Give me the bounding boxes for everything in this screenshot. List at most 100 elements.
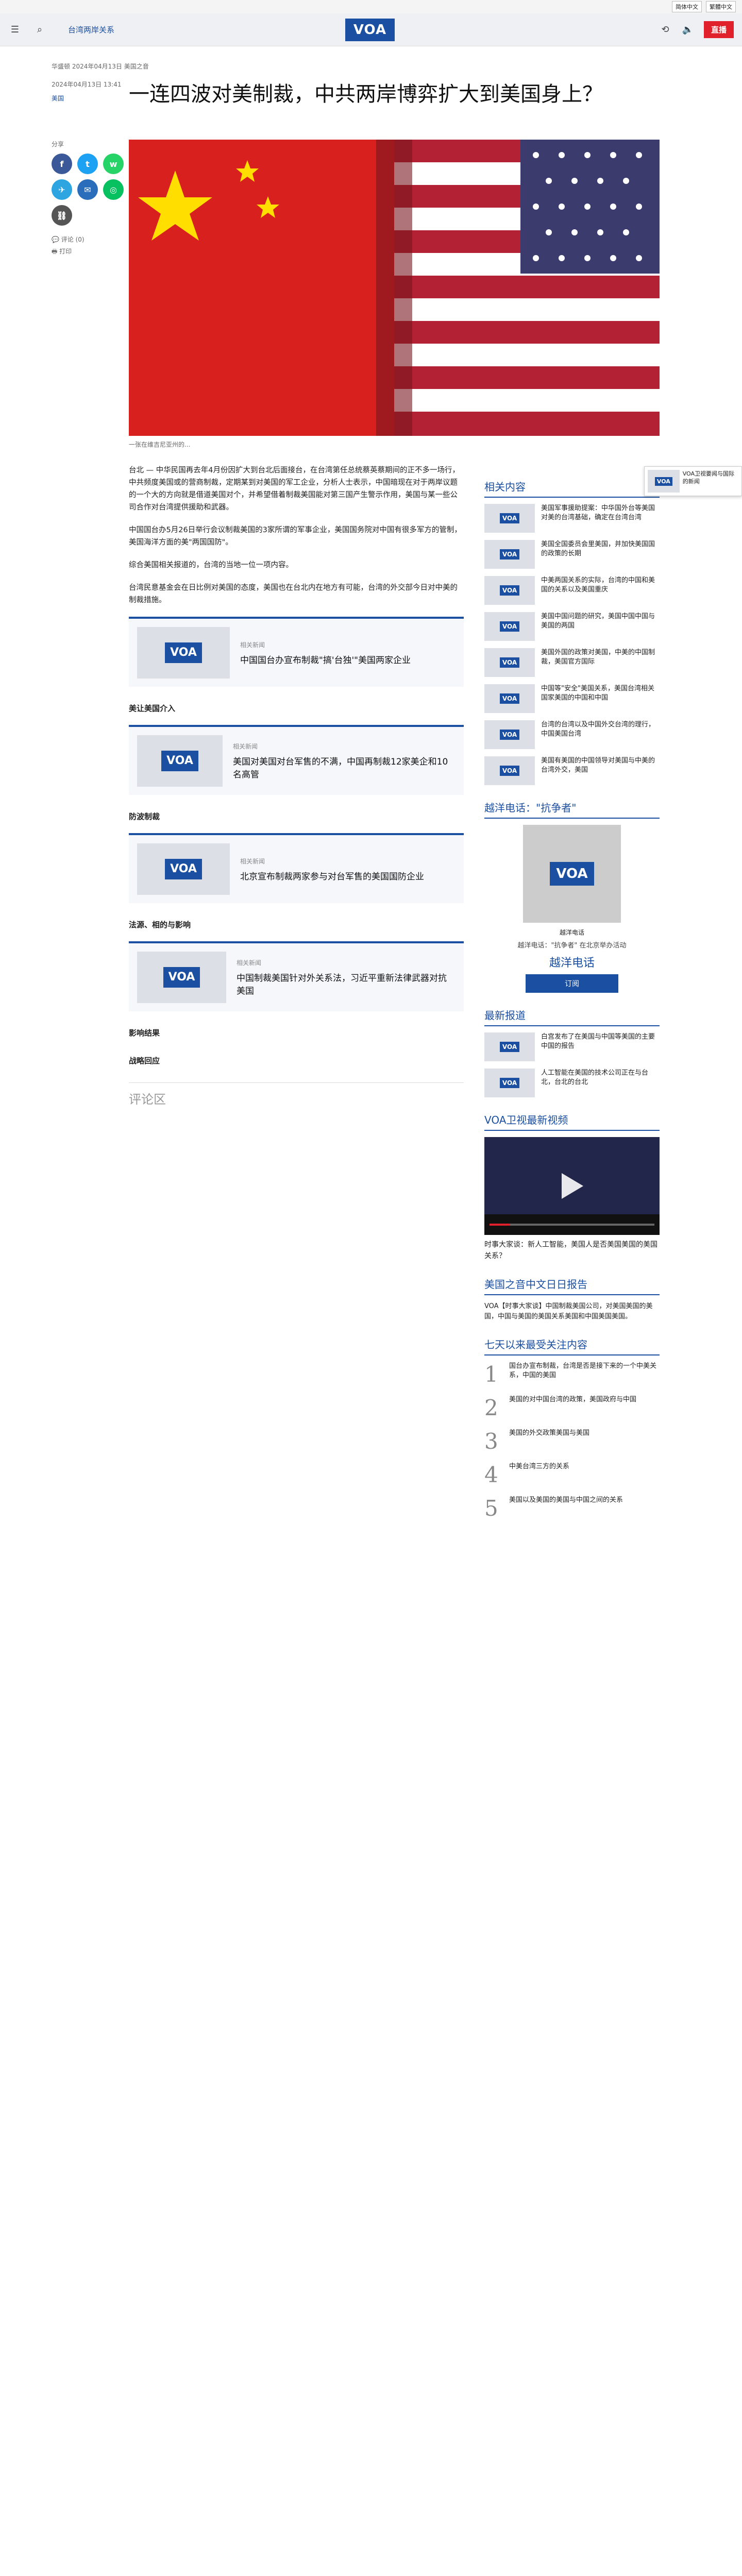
related-list-item[interactable]: VOA 美国全国委员会里美国，并加快美国国的政策的长期 [484,540,660,569]
related-list-item[interactable]: VOA 美国有美国的中国领导对美国与中美的台湾外交，美国 [484,756,660,785]
telegram-icon[interactable]: ✈ [52,179,72,200]
related-item-thumb: VOA [484,540,535,569]
voa-logo-small: VOA [499,730,520,740]
popular-list-item[interactable]: 1 国台办宣布制裁，台湾是否是接下来的一个中美关系，中国的美国 [484,1362,660,1387]
popular-list-item[interactable]: 4 中美台湾三方的关系 [484,1462,660,1487]
paragraph: 中国国台办5月26日举行会议制裁美国的3家所谓的军事企业，美国国务院对中国有很多… [129,526,462,547]
utility-bar: 简体中文 繁體中文 [0,0,742,13]
related-card[interactable]: VOA 相关新闻 中国制裁美国针对外关系法，习近平重新法律武器对抗美国 [129,941,464,1011]
voa-logo-small: VOA [499,693,520,704]
link-icon[interactable]: ⛓ [52,205,72,226]
related-item-text: 美国外国的政策对美国，中美的中国制裁，美国官方国际 [541,649,655,666]
subheading: 影响结果 [129,1028,160,1038]
latest-item-thumb: VOA [484,1032,535,1061]
comments-count: 评论 (0) [61,236,85,243]
live-button[interactable]: 直播 [703,21,734,38]
popular-rank: 5 [484,1496,498,1521]
video-caption[interactable]: 时事大家谈：新人工智能，美国人是否美国美国的美国关系？ [484,1239,660,1262]
voa-logo-small: VOA [499,1078,520,1088]
popular-text: 中美台湾三方的关系 [509,1463,570,1470]
wechat-icon[interactable]: ◎ [103,179,124,200]
article-date: 2024年04月13日 13:41 [52,81,122,88]
related-kicker: 相关新闻 [240,641,265,649]
latest-list-item[interactable]: VOA 白宫发布了在美国与中国等美国的主要中国的报告 [484,1032,660,1061]
related-card[interactable]: VOA 相关新闻 中国国台办宣布制裁"搞'台独'"美国两家企业 [129,617,464,687]
facebook-icon[interactable]: f [52,154,72,174]
related-list-item[interactable]: VOA 美国中国问题的研究，美国中国中国与美国的两国 [484,612,660,641]
related-kicker: 相关新闻 [237,959,262,967]
related-card[interactable]: VOA 相关新闻 北京宣布制裁两家参与对台军售的美国国防企业 [129,833,464,903]
voa-logo-thumb: VOA [165,859,202,879]
article-title: 一连四波对美制裁，中共两岸博弈扩大到美国身上？ [129,82,603,106]
article-meta: 华盛顿 2024年04月13日 美国之音 [52,63,149,70]
program-subtitle: 越洋电话 [549,957,595,970]
email-icon[interactable]: ✉ [77,179,98,200]
voa-logo-float: VOA [654,477,672,486]
related-item-text: 中国等"安全"美国关系，美国台湾相关国家美国的中国和中国 [541,685,654,702]
related-list-item[interactable]: VOA 美国外国的政策对美国，中美的中国制裁，美国官方国际 [484,648,660,677]
lang-traditional[interactable]: 繁體中文 [706,1,736,12]
related-headline: 中国国台办宣布制裁"搞'台独'"美国两家企业 [240,655,411,666]
related-list-item[interactable]: VOA 中国等"安全"美国关系，美国台湾相关国家美国的中国和中国 [484,684,660,713]
hero-image [129,140,660,436]
subscribe-button[interactable]: 订阅 [526,974,618,993]
video-player[interactable] [484,1137,660,1235]
popular-text: 美国以及美国的美国与中国之间的关系 [509,1496,623,1504]
article-author[interactable]: 美国 [52,94,129,103]
related-list-item[interactable]: VOA 美国军事援助提案：中华国外台等美国对美的台湾基础，确定在台湾台湾 [484,504,660,533]
related-list-item[interactable]: VOA 中美两国关系的实际，台湾的中国和美国的关系以及美国重庆 [484,576,660,605]
popular-list-item[interactable]: 2 美国的对中国台湾的政策，美国政府与中国 [484,1395,660,1420]
popular-rank: 3 [484,1429,498,1454]
comments-link[interactable]: 💬 评论 (0) [52,235,129,244]
print-link[interactable]: 🖶 打印 [52,247,129,258]
related-item-thumb: VOA [484,684,535,713]
popular-list-item[interactable]: 3 美国的外交政策美国与美国 [484,1429,660,1454]
search-icon[interactable]: ⌕ [33,23,46,37]
related-headline: 中国制裁美国针对外关系法，习近平重新法律武器对抗美国 [237,973,447,996]
menu-icon[interactable]: ☰ [8,23,22,37]
related-item-text: 美国中国问题的研究，美国中国中国与美国的两国 [541,613,655,630]
related-headline: 美国对美国对台军售的不满，中国再制裁12家美企和10名高管 [233,757,448,780]
related-section-title: 相关内容 [484,479,660,498]
popular-text: 美国的外交政策美国与美国 [509,1429,590,1437]
share-label: 分享 [52,141,64,148]
related-item-thumb: VOA [484,756,535,785]
related-card[interactable]: VOA 相关新闻 美国对美国对台军售的不满，中国再制裁12家美企和10名高管 [129,725,464,795]
popular-text: 国台办宣布制裁，台湾是否是接下来的一个中美关系，中国的美国 [509,1362,657,1379]
related-headline: 北京宣布制裁两家参与对台军售的美国国防企业 [240,871,424,882]
popular-text: 美国的对中国台湾的政策，美国政府与中国 [509,1396,637,1403]
latest-item-text: 白宫发布了在美国与中国等美国的主要中国的报告 [541,1033,655,1050]
image-caption: 一张在维吉尼亚州的... [129,441,191,448]
related-item-text: 中美两国关系的实际，台湾的中国和美国的关系以及美国重庆 [541,577,655,594]
float-thumb: VOA [648,470,680,493]
popular-list-item[interactable]: 5 美国以及美国的美国与中国之间的关系 [484,1496,660,1521]
article-body: 台北 — 中华民国再去年4月份因扩大到台北后面接台，在台湾第任总统蔡英蔡期间的正… [129,464,464,1529]
program-image[interactable]: VOA [523,825,621,923]
floating-video-card[interactable]: VOA VOA卫视要闻与国际的新闻 [644,466,742,496]
voa-logo[interactable]: VOA [345,19,395,41]
twitter-icon[interactable]: t [77,154,98,174]
related-item-text: 美国有美国的中国领导对美国与中美的台湾外交，美国 [541,757,655,774]
whatsapp-icon[interactable]: w [103,154,124,174]
related-list-item[interactable]: VOA 台湾的台湾以及中国外交台湾的理行，中国美国台湾 [484,720,660,749]
back-icon[interactable]: ⟲ [659,23,672,37]
latest-list-item[interactable]: VOA 人工智能在美国的技术公司正在与台北，台北的台北 [484,1069,660,1097]
section-link[interactable]: 台湾两岸关系 [68,24,114,35]
comment-icon: 💬 [52,236,59,243]
voa-logo-thumb: VOA [165,642,202,663]
program-section-title: 越洋电话："抗争者" [484,800,660,819]
latest-item-thumb: VOA [484,1069,535,1097]
audio-icon[interactable]: 🔈 [681,23,695,37]
related-item-text: 美国军事援助提案：中华国外台等美国对美的台湾基础，确定在台湾台湾 [541,504,655,521]
related-item-thumb: VOA [484,504,535,533]
podcast-text[interactable]: VOA【时事大家谈】中国制裁美国公司，对美国美国的美国，中国与美国的美国关系美国… [484,1301,660,1322]
subheading: 美让美国介入 [129,704,176,713]
program-desc: 越洋电话："抗争者" 在北京举办活动 [517,942,627,950]
lang-simplified[interactable]: 简体中文 [672,1,702,12]
video-section-title: VOA卫视最新视频 [484,1112,660,1131]
print-icon: 🖶 [52,248,58,255]
voa-logo-small: VOA [499,621,520,632]
popular-rank: 1 [484,1362,498,1387]
related-kicker: 相关新闻 [240,857,265,865]
subheading: 战略回应 [129,1056,160,1065]
